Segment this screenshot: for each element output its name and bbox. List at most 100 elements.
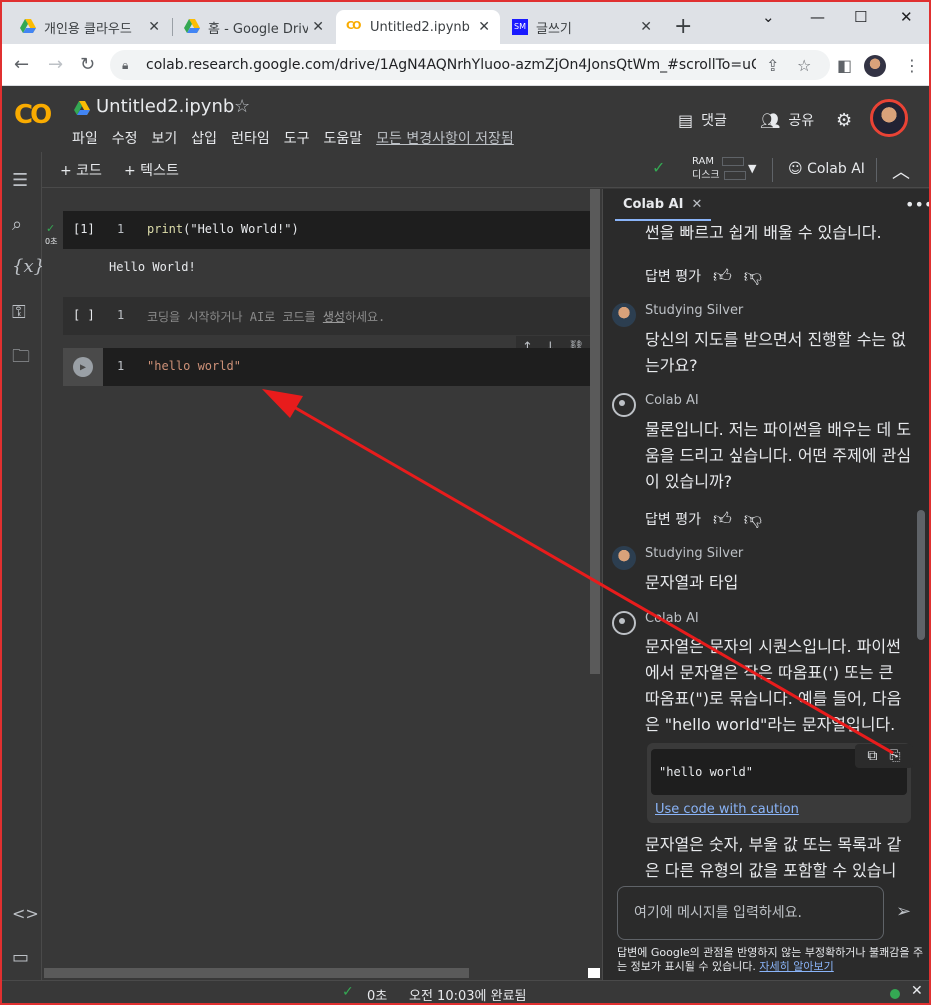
ai-message-text: 문자열은 숫자, 부울 값 또는 목록과 같은 다른 유형의 값을 포함할 수 … — [645, 835, 902, 880]
reload-icon[interactable]: ↻ — [80, 54, 95, 75]
browser-tab-drive-home[interactable]: 홈 - Google Drive ✕ — [174, 10, 334, 44]
colab-ai-button[interactable]: ☺ Colab AI — [788, 161, 865, 177]
key-icon[interactable]: ⚿ — [12, 302, 26, 323]
close-window-icon[interactable]: ✕ — [900, 8, 913, 26]
colab-logo[interactable]: CO — [14, 100, 52, 130]
message-author: Colab AI — [645, 611, 699, 626]
comment-button[interactable]: ▤ 댓글 — [678, 110, 727, 130]
cell-code[interactable]: "hello world" — [147, 359, 241, 373]
close-icon[interactable]: ✕ — [911, 983, 923, 999]
chevron-down-icon[interactable]: ⌄ — [762, 8, 775, 26]
profile-avatar[interactable] — [864, 55, 886, 77]
completed-status[interactable]: 오전 10:03에 완료됨 — [409, 985, 527, 1003]
menu-file[interactable]: 파일 — [72, 128, 98, 148]
user-message-text: 당신의 지도를 받으면서 진행할 수는 없는가요? — [645, 330, 906, 375]
menu-insert[interactable]: 삽입 — [191, 128, 217, 148]
toc-icon[interactable]: ☰ — [12, 170, 28, 191]
add-code-button[interactable]: + 코드 — [60, 160, 102, 180]
browser-tab-writing[interactable]: SM 글쓰기 ✕ — [502, 10, 662, 44]
code-cell-3[interactable]: ▶ 1 "hello world" — [63, 348, 590, 386]
address-bar[interactable]: 🔒︎ colab.research.google.com/drive/1AgN4… — [110, 50, 830, 80]
check-icon: ✓ — [652, 158, 666, 177]
generate-link[interactable]: 생성 — [323, 310, 345, 324]
run-cell-button[interactable]: ▶ — [63, 348, 103, 386]
close-icon[interactable]: ✕ — [640, 19, 652, 35]
more-horiz-icon[interactable]: ••• — [905, 195, 929, 214]
resource-indicator[interactable]: ✓ RAM 디스크 — [652, 155, 746, 183]
colab-header: CO Untitled2.ipynb ☆ 파일 수정 보기 삽입 런타임 도구 … — [2, 86, 929, 152]
search-icon[interactable]: ⌕ — [12, 214, 22, 235]
saved-status[interactable]: 모든 변경사항이 저장됨 — [376, 128, 514, 148]
browser-tab-colab[interactable]: CO Untitled2.ipynb - ✕ — [336, 10, 500, 44]
code-snippets-icon[interactable]: <> — [12, 904, 39, 923]
gear-icon[interactable]: ⚙ — [836, 110, 852, 131]
forward-icon[interactable]: → — [48, 54, 63, 75]
code-cell-2[interactable]: [ ] 1 코딩을 시작하거나 AI로 코드를 생성하세요. — [63, 297, 590, 335]
disk-label: 디스크 — [692, 170, 720, 181]
colab-ai-label: Colab AI — [807, 161, 865, 177]
back-icon[interactable]: ← — [14, 54, 29, 75]
thumb-down-icon[interactable]: 👎︎ — [744, 508, 762, 530]
folder-icon[interactable]: 🗀︎ — [12, 344, 30, 374]
browser-tab-personal-cloud[interactable]: 개인용 클라우드 ✕ — [10, 10, 170, 44]
notebook-scrollbar[interactable] — [590, 189, 600, 674]
avatar — [612, 546, 636, 570]
new-tab-button[interactable]: + — [674, 14, 692, 39]
panel-tab[interactable]: Colab AI ✕ — [623, 197, 702, 212]
user-message-text: 문자열과 타입 — [645, 573, 739, 592]
menu-view[interactable]: 보기 — [152, 128, 178, 148]
connected-indicator — [890, 989, 900, 999]
comment-label: 댓글 — [701, 113, 727, 129]
insert-code-icon[interactable]: ⎘ — [889, 748, 900, 764]
terminal-icon[interactable]: ▭ — [12, 947, 29, 968]
share-label: 공유 — [788, 113, 815, 129]
ram-label: RAM — [692, 156, 715, 167]
use-code-link[interactable]: Use code with caution — [655, 802, 799, 817]
disclaimer: 답변에 Google의 관점을 반영하지 않는 부정확하거나 불쾌감을 주는 정… — [617, 946, 924, 973]
menu-runtime[interactable]: 런타임 — [231, 128, 270, 148]
menu-tools[interactable]: 도구 — [284, 128, 310, 148]
google-drive-icon — [184, 19, 200, 35]
add-text-button[interactable]: + 텍스트 — [124, 160, 179, 180]
line-number: 1 — [117, 222, 125, 236]
close-icon[interactable]: ✕ — [691, 197, 702, 212]
variables-icon[interactable]: {x} — [12, 256, 45, 277]
thumb-up-icon[interactable]: 👍︎ — [713, 508, 732, 530]
lock-icon: 🔒︎ — [122, 57, 129, 72]
learn-more-link[interactable]: 자세히 알아보기 — [759, 960, 833, 973]
chat-input-box[interactable] — [617, 886, 884, 940]
minimize-icon[interactable]: — — [810, 8, 825, 26]
cell-code[interactable]: print("Hello World!") — [147, 222, 299, 236]
exec-time: 0초 — [45, 237, 58, 246]
chat-messages: 썬을 빠르고 쉽게 배울 수 있습니다. 답변 평가 👍︎ 👎︎ Studyin… — [603, 225, 921, 915]
star-icon[interactable]: ☆ — [234, 96, 250, 117]
more-vert-icon[interactable]: ⋮ — [904, 56, 920, 75]
thumb-down-icon[interactable]: 👎︎ — [744, 265, 762, 287]
close-icon[interactable]: ✕ — [312, 19, 324, 35]
bookmark-star-icon[interactable]: ☆ — [797, 56, 811, 75]
chat-input[interactable] — [618, 887, 883, 939]
panel-scrollbar[interactable] — [917, 510, 925, 640]
google-drive-icon — [74, 100, 90, 115]
notebook-title[interactable]: Untitled2.ipynb — [96, 96, 234, 117]
menu-edit[interactable]: 수정 — [112, 128, 138, 148]
close-icon[interactable]: ✕ — [478, 19, 490, 35]
tab-title: 홈 - Google Drive — [208, 21, 308, 37]
share-page-icon[interactable]: ⇪ — [766, 56, 779, 75]
chevron-up-icon[interactable]: ︿ — [892, 158, 910, 184]
close-icon[interactable]: ✕ — [148, 19, 160, 35]
share-button[interactable]: 👥︎ 공유 — [760, 110, 814, 130]
thumb-up-icon[interactable]: 👍︎ — [713, 265, 732, 287]
code-cell-1[interactable]: [1] 1 print("Hello World!") — [63, 211, 590, 249]
caret-down-icon[interactable]: ▼ — [748, 162, 756, 175]
maximize-icon[interactable]: ☐ — [854, 8, 867, 26]
send-icon[interactable]: ➢ — [896, 901, 911, 922]
copy-icon[interactable]: ⧉ — [867, 748, 877, 764]
notebook-h-scrollbar[interactable] — [44, 968, 469, 978]
side-panel-icon[interactable]: ◧ — [837, 56, 852, 75]
menu-help[interactable]: 도움말 — [323, 128, 362, 148]
account-avatar[interactable] — [870, 99, 908, 137]
cell-placeholder[interactable]: 코딩을 시작하거나 AI로 코드를 생성하세요. — [147, 308, 385, 325]
people-icon: 👥︎ — [760, 110, 781, 130]
browser-toolbar: ← → ↻ 🔒︎ colab.research.google.com/drive… — [2, 44, 929, 86]
